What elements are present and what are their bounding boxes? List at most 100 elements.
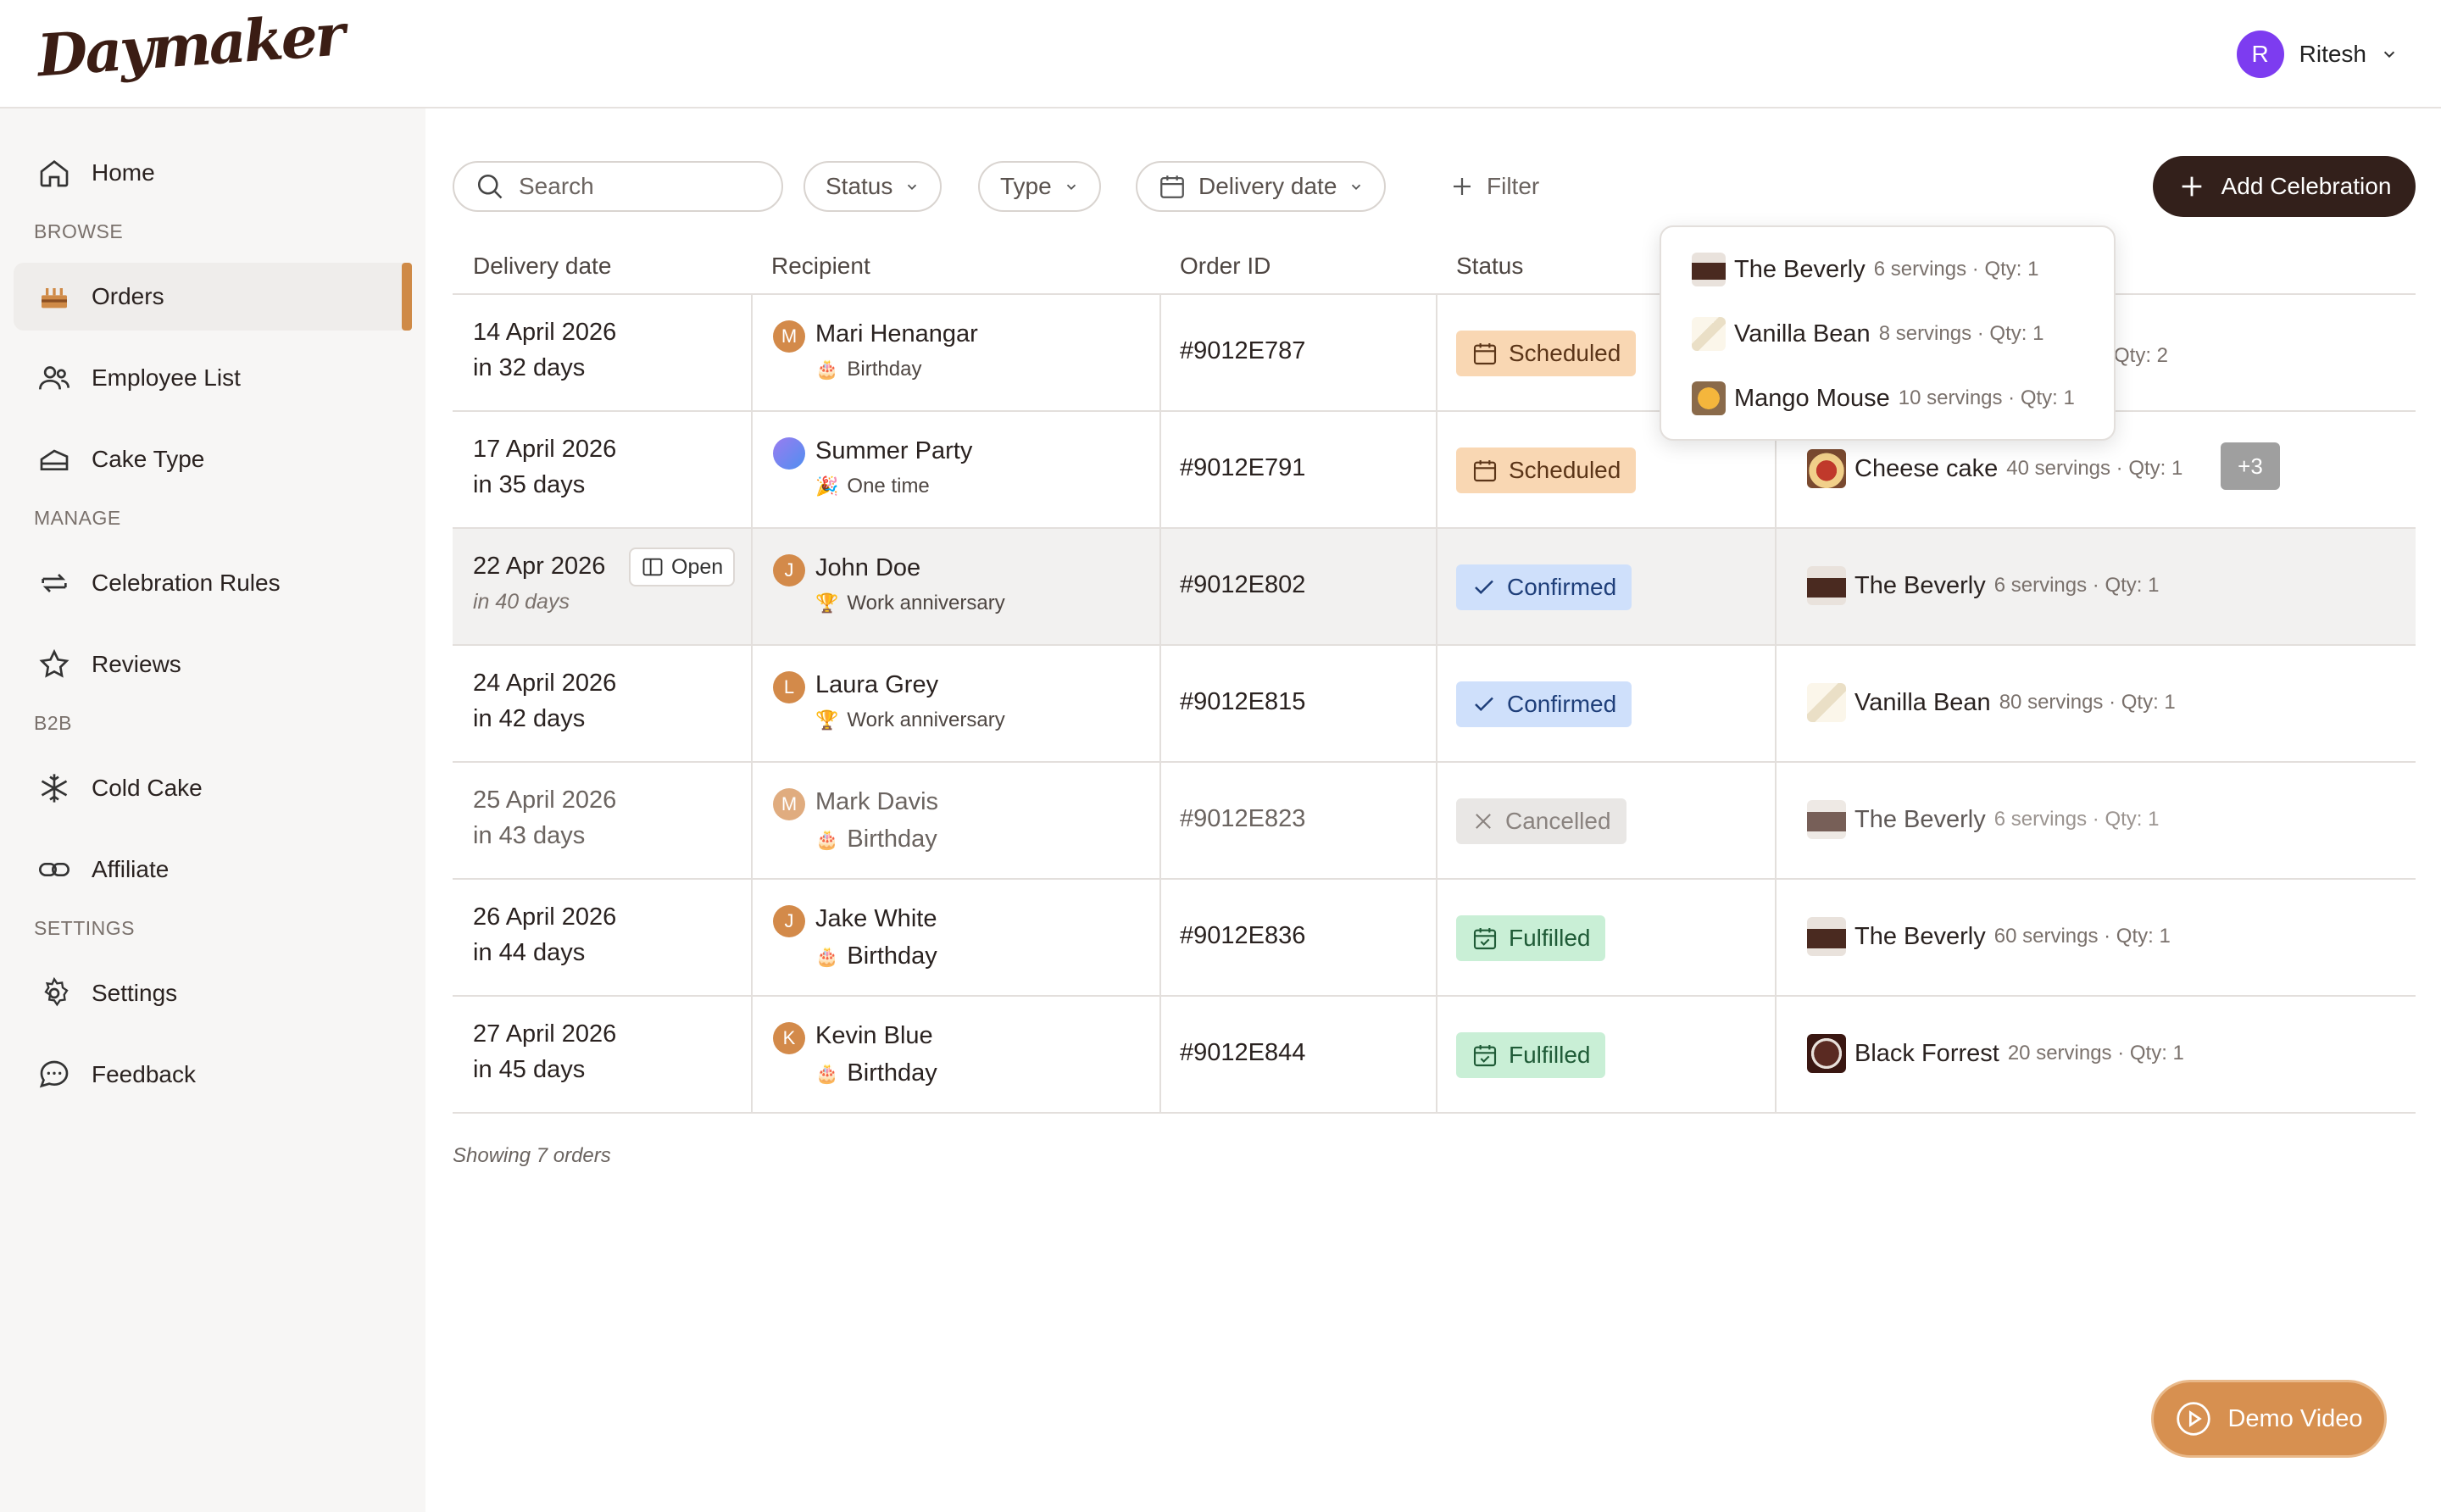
sidebar-item-cold-cake[interactable]: Cold Cake <box>14 754 412 822</box>
table-row[interactable]: 25 April 2026 in 43 days M Mark Davis 🎂 B… <box>453 763 2416 880</box>
chevron-down-icon <box>908 184 917 190</box>
occasion-label: Birthday <box>847 358 922 381</box>
table-row[interactable]: 17 April 2026 in 35 days Summer Party 🎉 O… <box>453 412 2416 529</box>
sidebar-item-home[interactable]: Home <box>14 139 412 207</box>
recipient-avatar: J <box>773 554 805 586</box>
delivery-countdown: in 32 days <box>473 354 586 381</box>
order-id[interactable]: #9012E815 <box>1180 688 1305 716</box>
check-icon <box>1475 580 1493 595</box>
chat-icon <box>36 1056 73 1093</box>
order-id[interactable]: #9012E791 <box>1180 454 1305 482</box>
product-cell[interactable]: Black Forrest 20 servings · Qty: 1 <box>1807 1034 2184 1073</box>
sidebar-item-settings[interactable]: Settings <box>14 959 412 1027</box>
col-status[interactable]: Status <box>1456 253 1523 280</box>
product-cell[interactable]: Cheese cake 40 servings · Qty: 1 <box>1807 449 2182 488</box>
table-row[interactable]: 26 April 2026 in 44 days J Jake White 🎂 B… <box>453 880 2416 997</box>
sidebar-item-label: Feedback <box>92 1061 196 1087</box>
product-cell[interactable]: The Beverly 60 servings · Qty: 1 <box>1807 917 2171 956</box>
close-icon <box>1476 814 1491 829</box>
col-order-id[interactable]: Order ID <box>1180 253 1271 280</box>
user-menu[interactable]: R Ritesh <box>2236 31 2397 78</box>
occasion-label: Birthday <box>847 1059 937 1087</box>
order-id[interactable]: #9012E836 <box>1180 922 1305 950</box>
type-filter[interactable]: Type <box>978 161 1101 212</box>
orders-table: Delivery date Recipient Order ID Status … <box>453 237 2416 1114</box>
recipient-avatar: M <box>773 788 805 820</box>
occasion-label: Work anniversary <box>847 592 1005 614</box>
products-popover: The Beverly 6 servings · Qty: 1 Vanilla … <box>1660 225 2116 441</box>
sidebar-item-employee-list[interactable]: Employee List <box>14 344 412 412</box>
product-cell[interactable]: The Beverly 6 servings · Qty: 1 <box>1807 566 2159 605</box>
status-label: Fulfilled <box>1509 1042 1591 1068</box>
table-row[interactable]: 24 April 2026 in 42 days L Laura Grey 🏆 W… <box>453 646 2416 763</box>
calendar-check-icon <box>1473 1045 1497 1067</box>
chevron-down-icon <box>1352 184 1361 190</box>
order-id[interactable]: #9012E787 <box>1180 337 1305 365</box>
daymaker-logo[interactable]: Daymaker <box>36 2 345 91</box>
occasion-label: Birthday <box>847 942 937 970</box>
product-name: The Beverly <box>1854 571 1986 599</box>
user-name[interactable]: Ritesh <box>2299 41 2366 68</box>
recipient-avatar: J <box>773 905 805 937</box>
table-row[interactable]: 27 April 2026 in 45 days K Kevin Blue 🎂 B… <box>453 997 2416 1114</box>
cake-icon: 🎂 <box>815 1062 839 1084</box>
search-input[interactable] <box>519 173 773 200</box>
sidebar-item-cake-type[interactable]: Cake Type <box>14 425 412 493</box>
status-badge: Cancelled <box>1456 798 1626 844</box>
status-filter[interactable]: Status <box>803 161 942 212</box>
chevron-down-icon[interactable] <box>2382 47 2397 62</box>
product-cell[interactable]: The Beverly 6 servings · Qty: 1 <box>1807 800 2159 839</box>
nav-section-browse: BROWSE <box>34 220 124 242</box>
calendar-icon <box>1473 460 1497 482</box>
popover-item[interactable]: Vanilla Bean 8 servings · Qty: 1 <box>1692 317 2043 351</box>
sidebar-item-affiliate[interactable]: Affiliate <box>14 836 412 903</box>
table-row[interactable]: 22 Apr 2026 Open in 40 days J John Doe 🏆… <box>453 529 2416 646</box>
sidebar-item-label: Cake Type <box>92 446 205 472</box>
sidebar-item-label: Home <box>92 159 155 186</box>
add-celebration-button[interactable]: Add Celebration <box>2153 156 2416 217</box>
delivery-date: 27 April 2026 <box>473 1020 617 1048</box>
status-label: Scheduled <box>1509 457 1621 483</box>
mango-mouse-thumbnail <box>1692 381 1726 415</box>
col-delivery-date[interactable]: Delivery date <box>473 253 611 280</box>
product-name: Black Forrest <box>1854 1039 1999 1067</box>
trophy-icon: 🏆 <box>815 709 839 731</box>
recipient-name: Kevin Blue <box>815 1022 933 1049</box>
product-name: Vanilla Bean <box>1734 320 1871 347</box>
home-icon <box>36 154 73 192</box>
demo-video-button[interactable]: Demo Video <box>2151 1380 2387 1458</box>
product-cell[interactable]: Vanilla Bean 80 servings · Qty: 1 <box>1807 683 2176 722</box>
popover-item[interactable]: Mango Mouse 10 servings · Qty: 1 <box>1692 381 2075 415</box>
vanilla-bean-thumbnail <box>1807 683 1846 722</box>
product-meta: 6 servings · Qty: 1 <box>1873 258 2039 281</box>
avatar[interactable]: R <box>2236 31 2284 78</box>
delivery-date-filter[interactable]: Delivery date <box>1136 161 1387 212</box>
add-filter-button[interactable]: Filter <box>1449 161 1539 212</box>
delivery-countdown: in 45 days <box>473 1056 586 1083</box>
cake-icon <box>36 278 73 315</box>
open-button[interactable]: Open <box>629 548 736 586</box>
order-id[interactable]: #9012E802 <box>1180 571 1305 599</box>
recipient-avatar: L <box>773 671 805 703</box>
occasion-type: 🏆 Work anniversary <box>815 592 1005 615</box>
status-label: Confirmed <box>1507 574 1617 600</box>
sidebar-item-celebration-rules[interactable]: Celebration Rules <box>14 549 412 617</box>
col-recipient[interactable]: Recipient <box>771 253 870 280</box>
the-beverly-thumbnail <box>1807 566 1846 605</box>
status-label: Scheduled <box>1509 340 1621 366</box>
occasion-label: One time <box>847 475 930 498</box>
sidebar-item-orders[interactable]: Orders <box>14 263 412 331</box>
popover-item[interactable]: The Beverly 6 servings · Qty: 1 <box>1692 253 2038 286</box>
order-id[interactable]: #9012E823 <box>1180 805 1305 833</box>
the-beverly-thumbnail <box>1692 253 1726 286</box>
search-box[interactable] <box>453 161 783 212</box>
sidebar-item-reviews[interactable]: Reviews <box>14 631 412 698</box>
recipient-avatar <box>773 437 805 470</box>
sidebar-item-feedback[interactable]: Feedback <box>14 1041 412 1109</box>
product-name: The Beverly <box>1854 922 1986 950</box>
product-name: Cheese cake <box>1854 454 1999 482</box>
delivery-countdown: in 42 days <box>473 705 586 732</box>
status-filter-label: Status <box>826 173 893 199</box>
more-products-badge[interactable]: +3 <box>2221 442 2280 490</box>
order-id[interactable]: #9012E844 <box>1180 1039 1305 1067</box>
